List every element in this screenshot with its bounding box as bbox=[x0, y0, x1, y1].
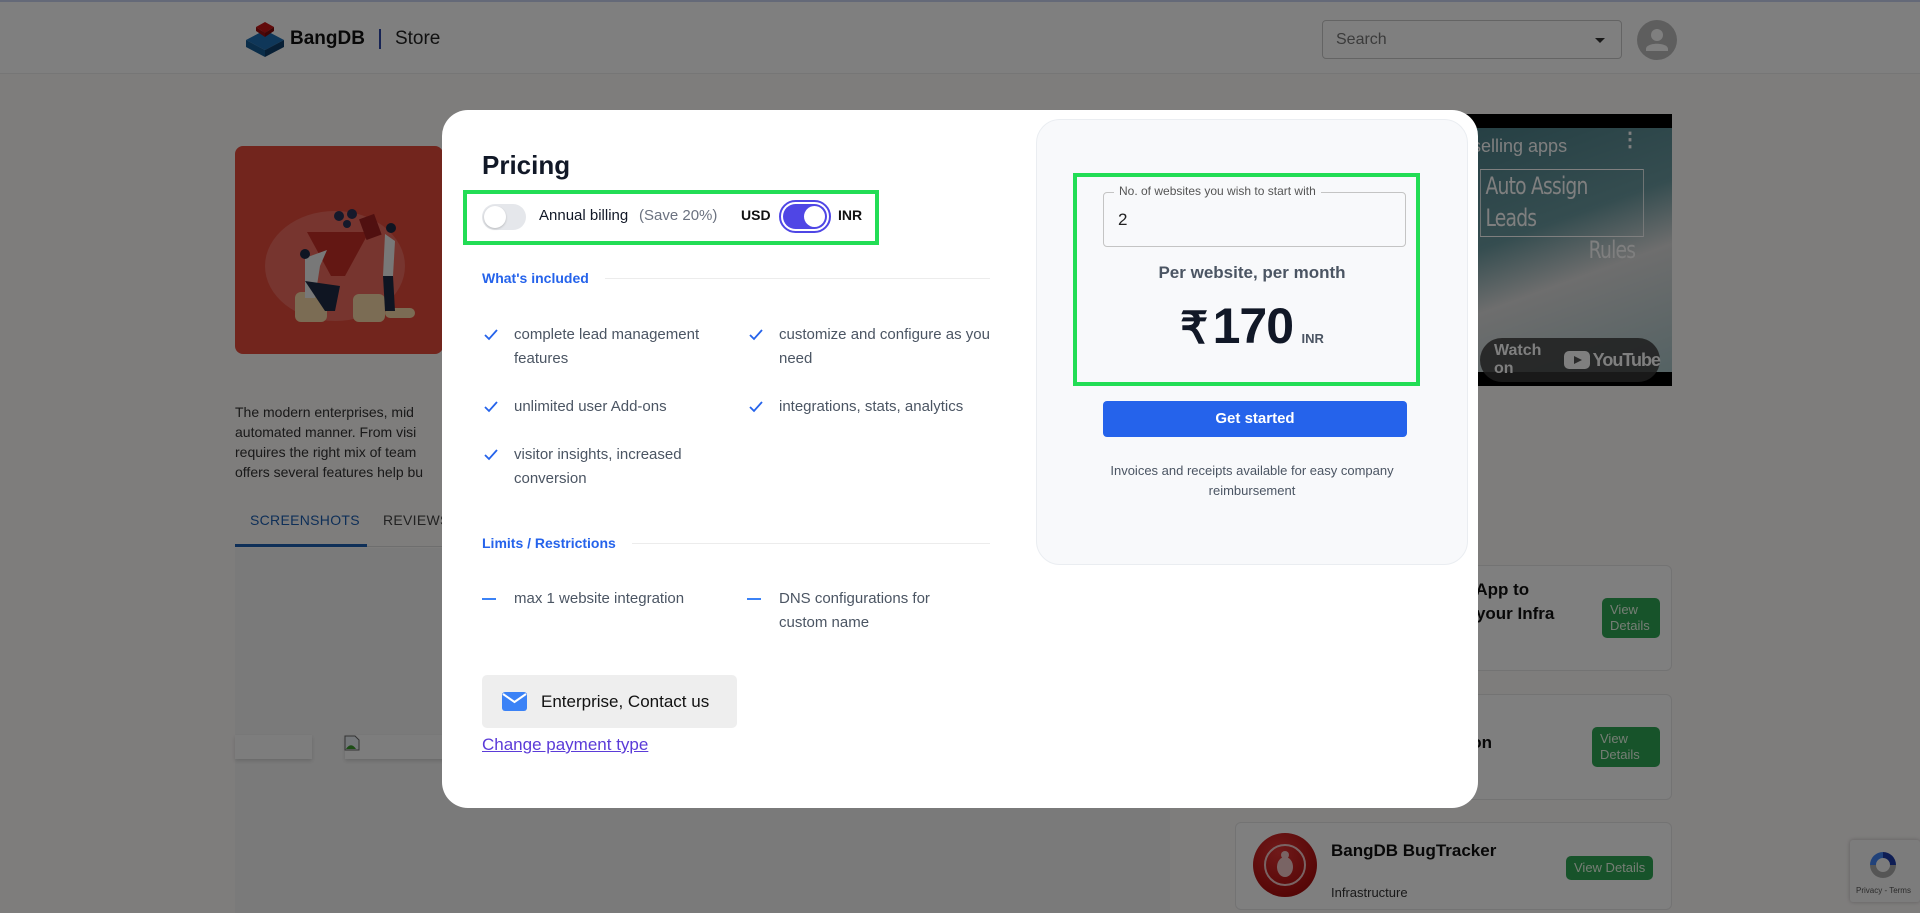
currency-toggle[interactable] bbox=[779, 200, 831, 233]
check-icon bbox=[749, 401, 763, 413]
price-summary-panel: No. of websites you wish to start with 2… bbox=[1036, 119, 1468, 565]
divider bbox=[631, 542, 990, 544]
feature-item: customize and configure as you need bbox=[749, 323, 1009, 371]
limit-text: max 1 website integration bbox=[514, 590, 685, 607]
currency-usd-label: USD bbox=[741, 207, 771, 223]
check-icon bbox=[484, 449, 498, 461]
price-period-label: Per website, per month bbox=[1158, 263, 1346, 282]
annual-billing-label: Annual billing bbox=[539, 207, 629, 224]
dash-icon bbox=[482, 598, 496, 600]
included-section-heading: What's included bbox=[482, 270, 990, 286]
feature-text: complete lead management features bbox=[514, 326, 700, 367]
toggle-knob bbox=[804, 206, 825, 227]
get-started-button[interactable]: Get started bbox=[1103, 401, 1407, 437]
feature-item: visitor insights, increased conversion bbox=[484, 443, 724, 491]
invoice-note: Invoices and receipts available for easy… bbox=[1110, 463, 1394, 498]
limit-text: DNS configurations for custom name bbox=[779, 590, 930, 631]
feature-item: unlimited user Add-ons bbox=[484, 395, 744, 419]
feature-text: unlimited user Add-ons bbox=[514, 398, 667, 415]
limit-item: DNS configurations for custom name bbox=[747, 587, 979, 635]
feature-text: visitor insights, increased conversion bbox=[514, 446, 682, 487]
section-title: Limits / Restrictions bbox=[482, 535, 616, 551]
feature-text: customize and configure as you need bbox=[779, 326, 990, 367]
limits-section-heading: Limits / Restrictions bbox=[482, 535, 990, 551]
websites-count-value: 2 bbox=[1118, 210, 1128, 229]
feature-item: integrations, stats, analytics bbox=[749, 395, 1009, 419]
feature-text: integrations, stats, analytics bbox=[779, 398, 964, 415]
change-payment-type-link[interactable]: Change payment type bbox=[482, 735, 648, 755]
price-display: ₹ 170 INR bbox=[1037, 297, 1467, 355]
price-amount: 170 bbox=[1212, 298, 1294, 354]
divider bbox=[604, 277, 990, 279]
mail-icon bbox=[502, 692, 527, 711]
dash-icon bbox=[747, 598, 761, 600]
limit-item: max 1 website integration bbox=[482, 587, 744, 611]
price-currency-code: INR bbox=[1301, 331, 1324, 346]
toggle-knob bbox=[484, 206, 506, 228]
feature-item: complete lead management features bbox=[484, 323, 744, 371]
modal-title: Pricing bbox=[482, 150, 571, 180]
currency-inr-label: INR bbox=[838, 207, 863, 223]
check-icon bbox=[484, 401, 498, 413]
section-title: What's included bbox=[482, 270, 589, 286]
annual-billing-toggle[interactable] bbox=[482, 204, 526, 230]
pricing-modal: Pricing Annual billing (Save 20%) USD IN… bbox=[442, 110, 1478, 808]
check-icon bbox=[749, 329, 763, 341]
websites-count-input[interactable]: No. of websites you wish to start with 2 bbox=[1103, 184, 1406, 247]
websites-count-label: No. of websites you wish to start with bbox=[1114, 184, 1321, 198]
annual-savings-note: (Save 20%) bbox=[639, 207, 718, 224]
check-icon bbox=[484, 329, 498, 341]
contact-button-label: Enterprise, Contact us bbox=[541, 691, 710, 711]
enterprise-contact-button[interactable]: Enterprise, Contact us bbox=[482, 675, 737, 728]
rupee-symbol: ₹ bbox=[1180, 304, 1209, 353]
